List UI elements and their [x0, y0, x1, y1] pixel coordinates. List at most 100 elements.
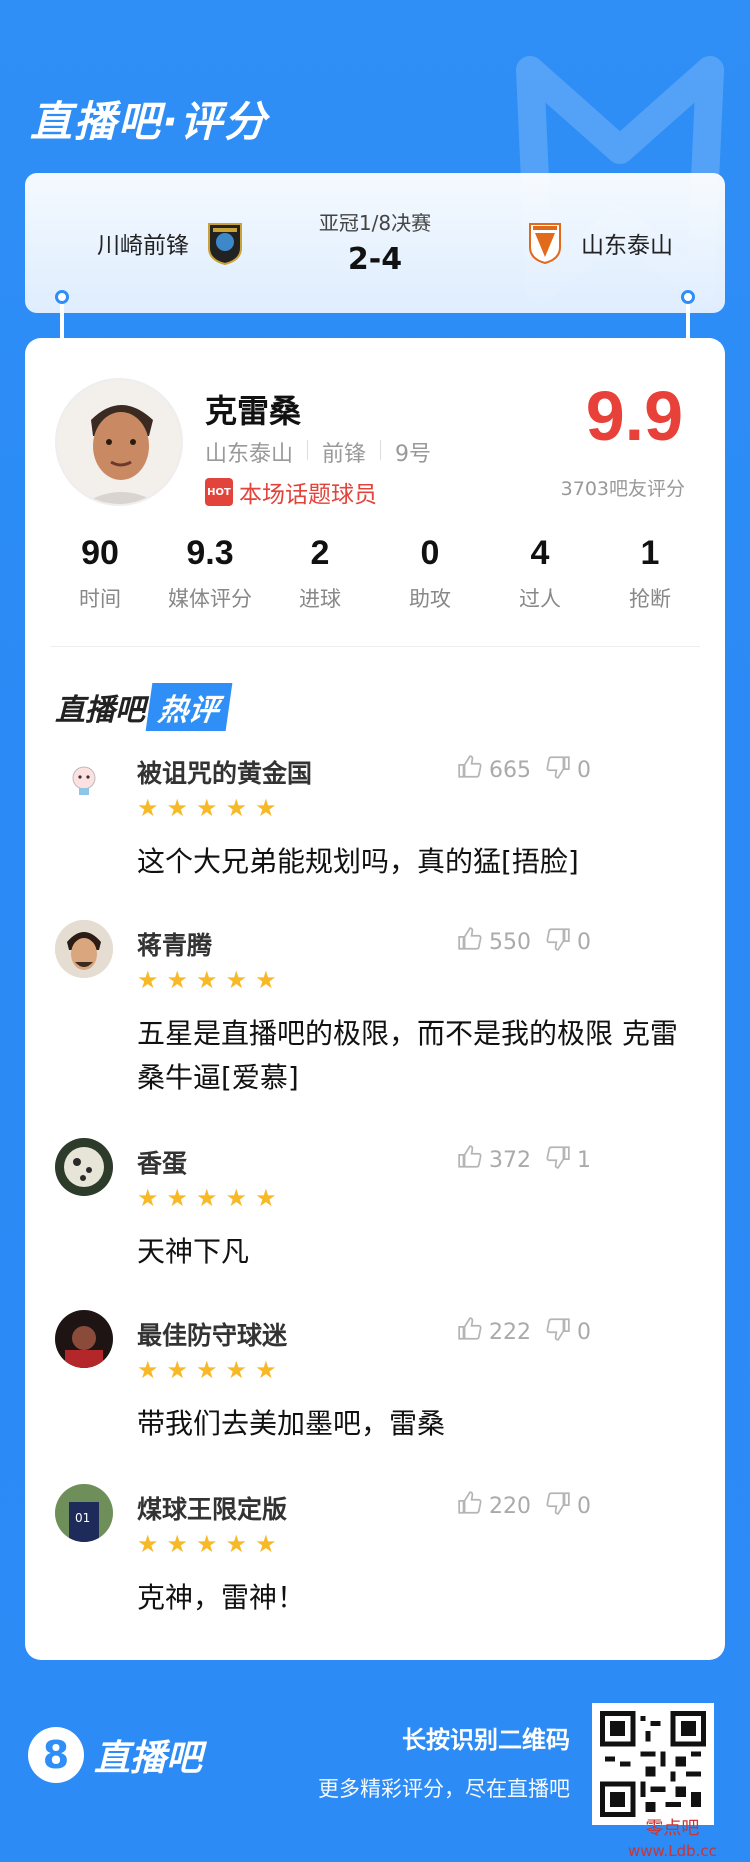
user-avatar[interactable]: 01	[55, 1484, 113, 1542]
like-button[interactable]: 222	[457, 1316, 531, 1348]
user-avatar[interactable]	[55, 920, 113, 978]
like-count: 220	[489, 1493, 531, 1519]
star-rating: ★ ★ ★ ★ ★	[137, 1186, 277, 1210]
stat-item: 2 进球	[265, 534, 375, 613]
meta-divider	[380, 440, 382, 460]
dislike-count: 0	[577, 1319, 591, 1345]
comment-user[interactable]: 被诅咒的黄金国	[137, 754, 312, 790]
comment-text: 这个大兄弟能规划吗，真的猛[捂脸]	[137, 845, 579, 878]
stat-item: 90 时间	[45, 534, 155, 613]
star-icon: ★	[196, 794, 218, 822]
dislike-count: 1	[577, 1147, 591, 1173]
like-count: 372	[489, 1147, 531, 1173]
player-number: 9号	[395, 442, 432, 467]
comment-item: 被诅咒的黄金国 665 0 ★ ★ ★ ★ ★ 这个大兄弟能规划吗，真的猛[捂脸]	[25, 748, 725, 918]
dislike-count: 0	[577, 757, 591, 783]
thumbs-up-icon	[457, 754, 483, 786]
away-team-badge-icon	[523, 218, 567, 268]
stat-item: 4 过人	[485, 534, 595, 613]
star-rating: ★ ★ ★ ★ ★	[137, 796, 277, 820]
thumbs-down-icon	[545, 1490, 571, 1522]
player-avatar	[55, 378, 183, 506]
star-icon: ★	[196, 1356, 218, 1384]
star-icon: ★	[137, 966, 159, 994]
star-icon: ★	[196, 1530, 218, 1558]
comment-text: 克神，雷神！	[137, 1581, 306, 1614]
stat-value: 1	[640, 534, 660, 572]
footer-logo: 8 直播吧	[28, 1727, 202, 1783]
qr-hint: 长按识别二维码	[402, 1726, 570, 1754]
stat-value: 4	[530, 534, 550, 572]
stat-item: 0 助攻	[375, 534, 485, 613]
svg-text:01: 01	[75, 1511, 90, 1525]
page-title: 直播吧·评分	[30, 97, 268, 146]
hot-label: 本场话题球员	[239, 482, 377, 508]
like-button[interactable]: 550	[457, 926, 531, 958]
hot-comments-title: 直播吧 热评	[55, 683, 233, 731]
comment-text: 五星是直播吧的极限，而不是我的极限 克雷桑牛逼[爱慕]	[137, 1017, 678, 1094]
thumbs-down-icon	[545, 1144, 571, 1176]
thumbs-down-icon	[545, 926, 571, 958]
stat-label: 进球	[299, 587, 341, 611]
comment-item: 01 煤球王限定版 220 0 ★ ★ ★ ★ ★ 克神，雷神！	[25, 1484, 725, 1644]
dislike-button[interactable]: 0	[545, 926, 591, 958]
stat-item: 9.3 媒体评分	[155, 534, 265, 613]
like-button[interactable]: 220	[457, 1490, 531, 1522]
dislike-button[interactable]: 0	[545, 1316, 591, 1348]
star-icon: ★	[137, 1356, 159, 1384]
match-card: 川崎前锋 亚冠1/8决赛 2-4 山东泰山	[25, 173, 725, 313]
star-icon: ★	[166, 966, 189, 994]
qr-code[interactable]	[592, 1703, 714, 1825]
comment-user[interactable]: 最佳防守球迷	[137, 1316, 287, 1352]
star-rating: ★ ★ ★ ★ ★	[137, 968, 277, 992]
thumbs-up-icon	[457, 1316, 483, 1348]
like-button[interactable]: 372	[457, 1144, 531, 1176]
star-icon: ★	[196, 966, 218, 994]
like-count: 550	[489, 929, 531, 955]
hot-comments-title-prefix: 直播吧	[55, 693, 145, 728]
stat-item: 1 抢断	[595, 534, 705, 613]
thumbs-down-icon	[545, 1316, 571, 1348]
star-icon: ★	[225, 1530, 248, 1558]
comment-user[interactable]: 煤球王限定版	[137, 1490, 287, 1526]
user-avatar[interactable]	[55, 1138, 113, 1196]
stat-value: 90	[81, 534, 119, 572]
stat-label: 时间	[79, 587, 121, 611]
thumbs-up-icon	[457, 926, 483, 958]
player-meta: 山东泰山 前锋 9号	[205, 436, 431, 468]
dislike-count: 0	[577, 929, 591, 955]
stat-label: 助攻	[409, 587, 451, 611]
app-logo-icon: 8	[28, 1727, 84, 1783]
player-rating-card: 克雷桑 山东泰山 前锋 9号 HOT 本场话题球员 9.9 3703吧友评分 9…	[25, 338, 725, 1660]
star-icon: ★	[137, 1184, 159, 1212]
section-divider	[50, 646, 700, 647]
thumbs-down-icon	[545, 754, 571, 786]
stat-value: 0	[420, 534, 440, 572]
user-avatar[interactable]	[55, 748, 113, 806]
dislike-button[interactable]: 0	[545, 754, 591, 786]
star-icon: ★	[137, 1530, 159, 1558]
dislike-button[interactable]: 1	[545, 1144, 591, 1176]
stat-label: 媒体评分	[168, 587, 252, 611]
dislike-button[interactable]: 0	[545, 1490, 591, 1522]
like-count: 665	[489, 757, 531, 783]
comment-text: 天神下凡	[137, 1235, 250, 1268]
star-icon: ★	[255, 794, 277, 822]
star-icon: ★	[225, 794, 248, 822]
fan-rating-count: 3703吧友评分	[560, 478, 685, 500]
stat-value: 9.3	[186, 534, 234, 572]
like-button[interactable]: 665	[457, 754, 531, 786]
star-icon: ★	[225, 1184, 248, 1212]
comment-item: 香蛋 372 1 ★ ★ ★ ★ ★ 天神下凡	[25, 1138, 725, 1298]
comment-user[interactable]: 香蛋	[137, 1144, 187, 1180]
star-rating: ★ ★ ★ ★ ★	[137, 1358, 277, 1382]
watermark-line2: www.Ldb.cc	[628, 1842, 717, 1860]
star-icon: ★	[255, 1530, 277, 1558]
comment-user[interactable]: 蒋青腾	[137, 926, 212, 962]
star-icon: ★	[137, 794, 159, 822]
star-icon: ★	[225, 966, 248, 994]
comment-text: 带我们去美加墨吧，雷桑	[137, 1407, 446, 1440]
star-icon: ★	[255, 966, 277, 994]
user-avatar[interactable]	[55, 1310, 113, 1368]
star-icon: ★	[166, 1356, 189, 1384]
